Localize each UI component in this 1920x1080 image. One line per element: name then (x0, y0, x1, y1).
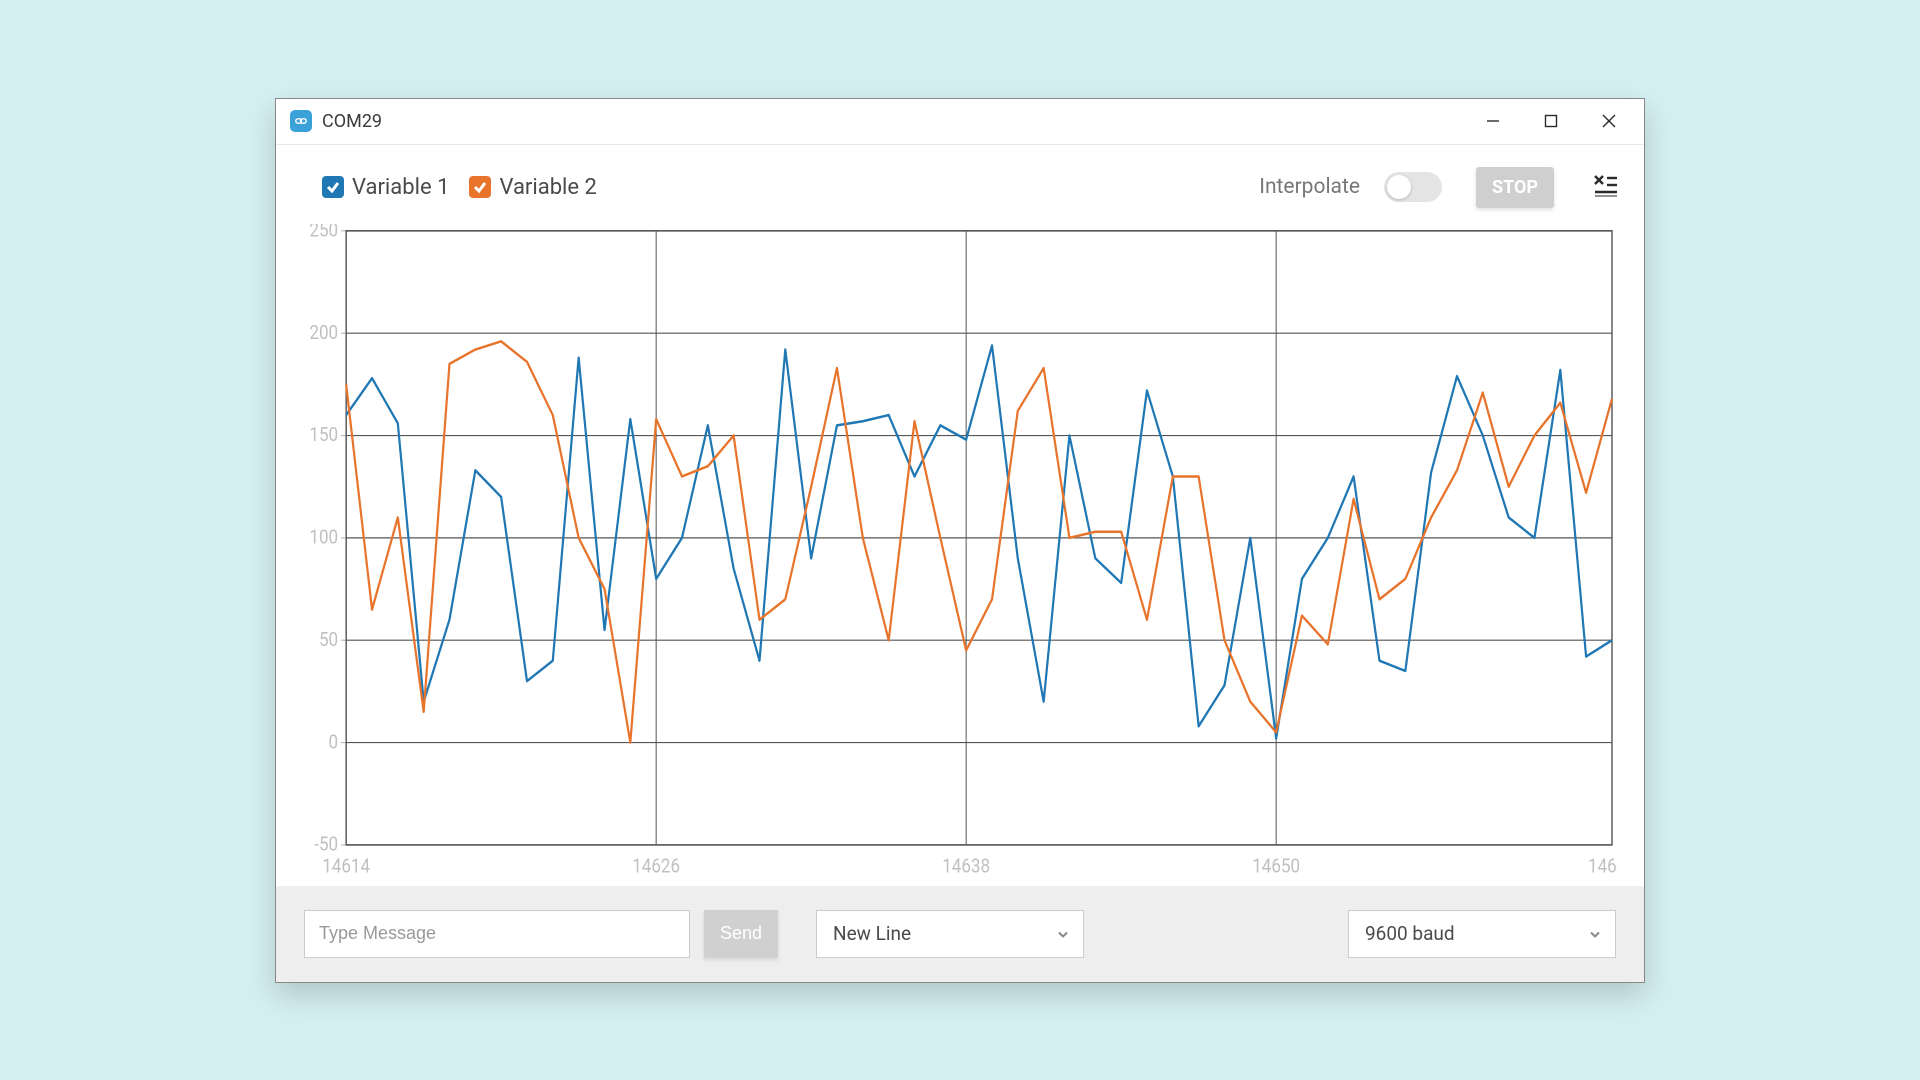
arduino-app-icon (290, 110, 312, 132)
stop-button[interactable]: STOP (1476, 167, 1554, 208)
baud-rate-select[interactable]: 9600 baud (1348, 910, 1616, 958)
minimize-button[interactable] (1464, 101, 1522, 141)
maximize-button[interactable] (1522, 101, 1580, 141)
send-button[interactable]: Send (704, 910, 778, 958)
legend-label: Variable 1 (352, 175, 449, 200)
legend-label: Variable 2 (499, 175, 596, 200)
interpolate-label: Interpolate (1259, 175, 1360, 199)
svg-text:100: 100 (309, 526, 338, 548)
close-button[interactable] (1580, 101, 1638, 141)
chevron-down-icon (1589, 922, 1601, 945)
message-input[interactable] (304, 910, 690, 958)
svg-text:150: 150 (309, 424, 338, 446)
svg-text:14650: 14650 (1252, 855, 1300, 877)
serial-plotter-window: COM29 Variable 1 Variable 2 Interpolate … (275, 98, 1645, 983)
svg-text:50: 50 (319, 628, 338, 650)
interpolate-toggle[interactable] (1384, 172, 1442, 202)
legend-item-variable-1[interactable]: Variable 1 (322, 175, 449, 200)
chart-area: -50 0 50 100 150 200 250 14614 14626 14638 14650 14… (276, 216, 1644, 886)
svg-text:14626: 14626 (632, 855, 680, 877)
line-chart: -50 0 50 100 150 200 250 14614 14626 14638 14650 14… (294, 224, 1618, 886)
svg-text:0: 0 (329, 731, 339, 753)
line-ending-select[interactable]: New Line (816, 910, 1084, 958)
svg-text:200: 200 (309, 321, 338, 343)
titlebar: COM29 (276, 99, 1644, 145)
window-title: COM29 (322, 111, 382, 132)
svg-text:14663: 14663 (1588, 855, 1618, 877)
svg-text:14638: 14638 (942, 855, 990, 877)
bottom-bar: Send New Line 9600 baud (276, 886, 1644, 982)
clear-chart-icon[interactable] (1592, 172, 1618, 202)
svg-text:-50: -50 (314, 833, 338, 855)
svg-text:250: 250 (309, 224, 338, 242)
chevron-down-icon (1057, 922, 1069, 945)
window-controls (1464, 101, 1638, 141)
toolbar: Variable 1 Variable 2 Interpolate STOP (276, 145, 1644, 216)
select-value: 9600 baud (1365, 922, 1455, 945)
legend-item-variable-2[interactable]: Variable 2 (469, 175, 596, 200)
svg-text:14614: 14614 (322, 855, 370, 877)
checkbox-icon (469, 176, 491, 198)
checkbox-icon (322, 176, 344, 198)
select-value: New Line (833, 922, 911, 945)
